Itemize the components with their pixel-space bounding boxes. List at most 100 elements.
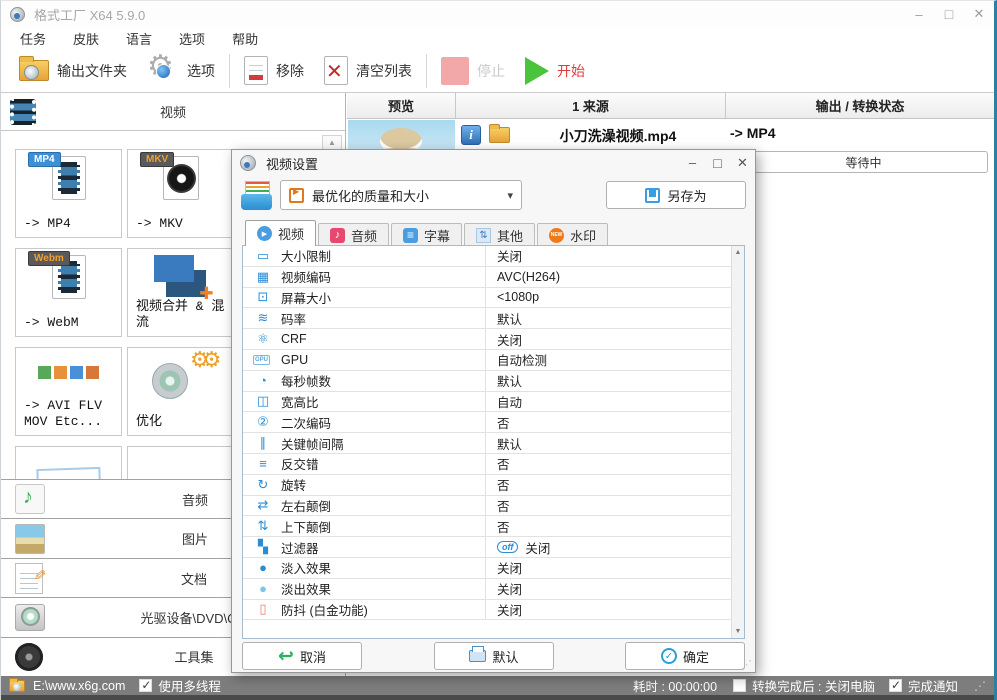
setting-icon: ↻: [257, 476, 269, 492]
dialog-button[interactable]: 确定: [625, 642, 745, 670]
dialog-resize-grip[interactable]: ⋰: [741, 658, 752, 671]
setting-icon: ②: [257, 414, 269, 430]
format-tile[interactable]: [127, 446, 234, 479]
dialog-minimize-icon[interactable]: [680, 155, 705, 171]
setting-value: 关闭: [497, 250, 523, 265]
toolbar-button[interactable]: 选项: [137, 49, 225, 91]
minimize-icon[interactable]: [904, 7, 934, 22]
setting-row[interactable]: GPU GPU 自动检测: [243, 349, 731, 371]
menu-item[interactable]: 帮助: [223, 27, 267, 50]
notify-checkbox[interactable]: [888, 678, 902, 692]
close-icon[interactable]: [964, 6, 994, 22]
queue-column-header[interactable]: 预览: [347, 93, 456, 118]
setting-row[interactable]: ∥ 关键帧间隔 默认: [243, 433, 731, 454]
output-path-folder-icon[interactable]: [9, 677, 25, 692]
setting-value: 自动: [497, 395, 523, 410]
output-path[interactable]: E:\www.x6g.com: [33, 679, 125, 693]
settings-tab[interactable]: 字幕: [391, 223, 463, 246]
setting-row[interactable]: ● 淡出效果 关闭: [243, 578, 731, 600]
tab-icon: [330, 227, 346, 243]
settings-tab[interactable]: 视频: [245, 220, 317, 246]
shutdown-checkbox[interactable]: [733, 679, 747, 692]
setting-icon: ●: [259, 560, 267, 576]
setting-row[interactable]: ▯ 防抖 (白金功能) 关闭: [243, 599, 731, 621]
multithread-checkbox[interactable]: [139, 678, 153, 692]
setting-icon: ▭: [256, 247, 270, 263]
video-section-header[interactable]: 视频: [1, 93, 345, 131]
maximize-icon[interactable]: [934, 6, 964, 22]
setting-row[interactable]: ⊡ 屏幕大小 <1080p: [243, 287, 731, 309]
info-icon[interactable]: i: [461, 125, 481, 145]
setting-label: GPU: [281, 352, 309, 367]
queue-column-header[interactable]: 1 来源: [456, 93, 726, 118]
toolbar-button[interactable]: 输出文件夹: [9, 51, 137, 91]
format-tile[interactable]: Webm -> WebM: [15, 248, 122, 337]
save-as-button[interactable]: 另存为: [606, 181, 746, 209]
setting-row[interactable]: ⚛ CRF 关闭: [243, 329, 731, 350]
setting-row[interactable]: ◔ 每秒帧数 默认: [243, 370, 731, 392]
app-window: 格式工厂 X64 5.9.0 任务 皮肤 语言 选项 帮助 输出文件夹: [0, 0, 997, 700]
format-tile[interactable]: 优化: [127, 347, 234, 436]
setting-label: 码率: [281, 312, 307, 327]
setting-row[interactable]: ● 淡入效果 关闭: [243, 557, 731, 579]
setting-row[interactable]: ↻ 旋转 否: [243, 474, 731, 496]
setting-row[interactable]: ▚ 过滤器 off 关闭: [243, 537, 731, 558]
format-icon: [153, 254, 214, 304]
dialog-button-icon: [660, 648, 677, 664]
setting-row[interactable]: ⇅ 上下颠倒 否: [243, 516, 731, 538]
open-folder-icon[interactable]: [489, 124, 510, 143]
tab-icon: [403, 227, 419, 243]
setting-icon: ⚛: [257, 331, 269, 347]
tab-label: 音频: [351, 228, 378, 244]
menu-item[interactable]: 皮肤: [64, 27, 108, 50]
setting-row[interactable]: ≋ 码率 默认: [243, 308, 731, 330]
setting-row[interactable]: ⇄ 左右颠倒 否: [243, 495, 731, 517]
scroll-arrow-up-icon[interactable]: ▲: [732, 249, 744, 256]
dialog-button-icon: [278, 647, 294, 666]
setting-row[interactable]: ▭ 大小限制 关闭: [243, 246, 731, 267]
settings-tab[interactable]: 水印: [537, 223, 609, 246]
preset-dropdown[interactable]: 最优化的质量和大小 ▾: [280, 180, 522, 210]
toolbar-button[interactable]: 停止: [431, 51, 515, 91]
menu-item[interactable]: 选项: [170, 27, 214, 50]
setting-row[interactable]: ≡ 反交错 否: [243, 453, 731, 475]
format-tile[interactable]: -> AVI FLV MOV Etc...: [15, 347, 122, 436]
setting-value: 自动检测: [497, 354, 548, 369]
format-tile[interactable]: [15, 446, 122, 479]
dialog-close-icon[interactable]: [730, 155, 755, 171]
off-badge-icon: off: [497, 541, 519, 554]
setting-row[interactable]: ◫ 宽高比 自动: [243, 391, 731, 413]
settings-tab[interactable]: 音频: [318, 223, 390, 246]
setting-row[interactable]: ▦ 视频编码 AVC(H264): [243, 266, 731, 288]
video-settings-table: ▭ 大小限制 关闭 ▦ 视频编码 AVC(H264) ⊡ 屏幕大小 <1080p…: [242, 245, 745, 639]
setting-value: 关闭: [525, 541, 551, 556]
toolbar-button[interactable]: 开始: [515, 51, 595, 91]
toolbar-label: 选项: [187, 62, 215, 79]
menu-item[interactable]: 语言: [117, 27, 161, 50]
save-as-label: 另存为: [667, 188, 707, 204]
scroll-arrow-down-icon[interactable]: ▼: [732, 628, 744, 635]
setting-label: 过滤器: [281, 541, 319, 556]
format-tile[interactable]: MKV -> MKV: [127, 149, 234, 238]
dialog-maximize-icon[interactable]: [705, 155, 730, 171]
dialog-button[interactable]: 默认: [434, 642, 554, 670]
setting-row[interactable]: ② 二次编码 否: [243, 412, 731, 434]
toolbar-button[interactable]: 清空列表: [314, 51, 422, 91]
settings-scrollbar[interactable]: ▲ ▼: [731, 246, 744, 638]
setting-value: 默认: [497, 437, 523, 452]
window-controls: [904, 6, 994, 22]
queue-column-header[interactable]: 输出 / 转换状态: [726, 93, 994, 118]
toolbar-button[interactable]: 移除: [234, 51, 314, 91]
settings-tab[interactable]: 其他: [464, 223, 536, 246]
menu-item[interactable]: 任务: [11, 27, 55, 50]
preset-value: 最优化的质量和大小: [312, 188, 430, 204]
window-resize-grip[interactable]: ⋰: [974, 679, 986, 693]
format-tile[interactable]: 视频合并 & 混流: [127, 248, 234, 337]
queue-header: 预览 1 来源 输出 / 转换状态: [347, 93, 994, 119]
dialog-button[interactable]: 取消: [242, 642, 362, 670]
scroll-up-button[interactable]: ▲: [322, 135, 342, 150]
preset-tray-icon: [241, 181, 272, 210]
setting-label: 每秒帧数: [281, 375, 332, 390]
setting-icon: GPU: [253, 354, 271, 365]
format-tile[interactable]: MP4 -> MP4: [15, 149, 122, 238]
